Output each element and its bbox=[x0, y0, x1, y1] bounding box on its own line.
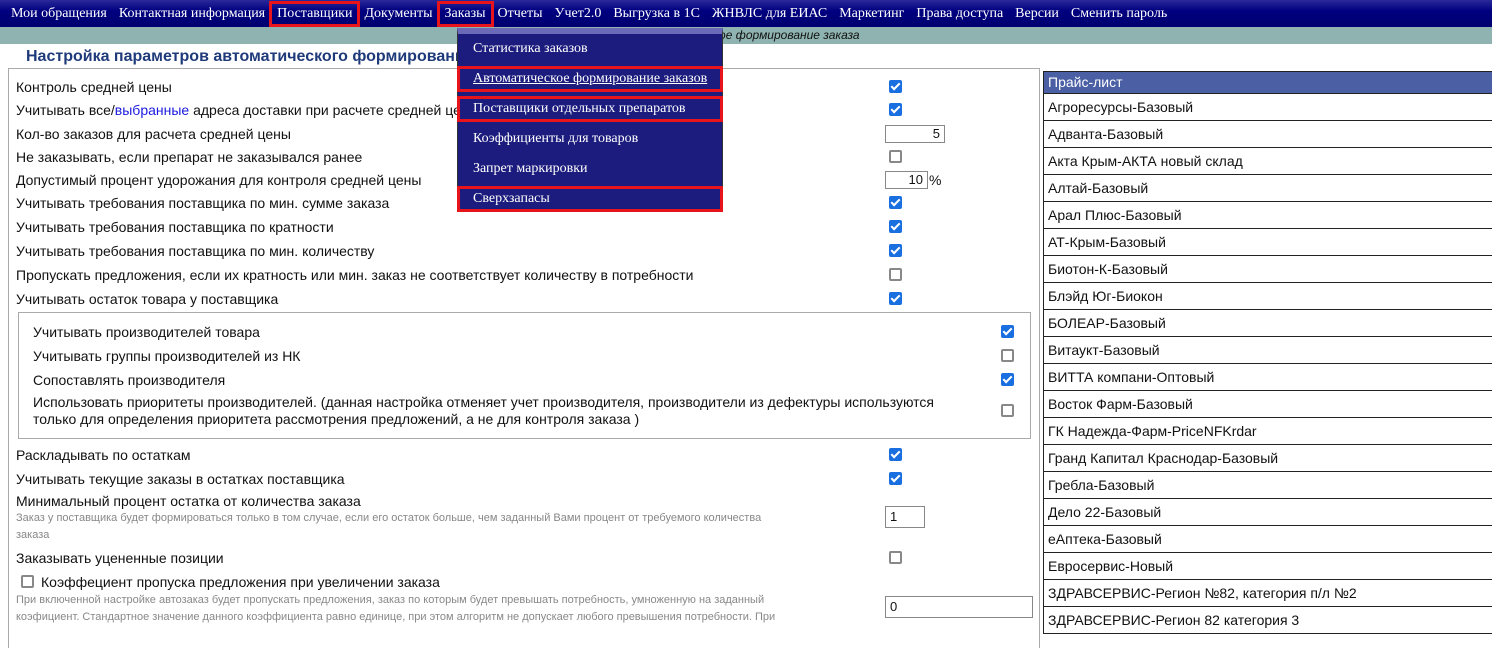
top-nav: Мои обращения Контактная информация Пост… bbox=[0, 0, 1492, 27]
label-mfr-prio-1: Использовать приоритеты производителей. … bbox=[33, 394, 934, 410]
menu-marking-ban[interactable]: Запрет маркировки bbox=[460, 159, 720, 179]
price-list-row[interactable]: Гранд Капитал Краснодар-Базовый bbox=[1044, 444, 1492, 471]
price-list-row[interactable]: Биотон-К-Базовый bbox=[1044, 255, 1492, 282]
checkbox-cur-orders[interactable] bbox=[889, 472, 902, 485]
selected-link[interactable]: выбранные bbox=[115, 102, 189, 118]
menu-order-stats[interactable]: Статистика заказов bbox=[460, 39, 720, 59]
label-stock: Учитывать остаток товара у поставщика bbox=[16, 291, 279, 307]
label-spread: Раскладывать по остаткам bbox=[16, 447, 191, 463]
checkbox-stock[interactable] bbox=[889, 292, 902, 305]
label-addresses: Учитывать все/выбранные адреса доставки … bbox=[16, 102, 479, 118]
label-mfr: Учитывать производителей товара bbox=[33, 324, 260, 340]
label-mfr-match: Сопоставлять производителя bbox=[33, 372, 226, 388]
price-list-row[interactable]: Акта Крым-АКТА новый склад bbox=[1044, 147, 1492, 174]
label-min-sum: Учитывать требования поставщика по мин. … bbox=[16, 195, 390, 211]
nav-versions[interactable]: Версии bbox=[1009, 3, 1065, 25]
price-list-row[interactable]: Агроресурсы-Базовый bbox=[1044, 93, 1492, 120]
checkbox-avg-price[interactable] bbox=[889, 80, 902, 93]
checkbox-mfr-prio[interactable] bbox=[1001, 404, 1014, 417]
nav-suppliers[interactable]: Поставщики bbox=[269, 0, 361, 27]
checkbox-multiplicity[interactable] bbox=[889, 220, 902, 233]
price-list-row[interactable]: АТ-Крым-Базовый bbox=[1044, 228, 1492, 255]
nav-uchet[interactable]: Учет2.0 bbox=[549, 3, 608, 25]
checkbox-min-qty[interactable] bbox=[889, 244, 902, 257]
price-list-row[interactable]: Адванта-Базовый bbox=[1044, 120, 1492, 147]
manufacturer-settings-group: Учитывать производителей товара Учитыват… bbox=[18, 312, 1031, 439]
nav-documents[interactable]: Документы bbox=[358, 3, 438, 25]
label-min-rest: Минимальный процент остатка от количеств… bbox=[16, 493, 361, 509]
hint-min-rest-1: Заказ у поставщика будет формироваться т… bbox=[16, 512, 762, 524]
label-not-ordered: Не заказывать, если препарат не заказыва… bbox=[16, 149, 363, 165]
price-list-row[interactable]: Гребла-Базовый bbox=[1044, 471, 1492, 498]
price-list-row[interactable]: Арал Плюс-Базовый bbox=[1044, 201, 1492, 228]
price-list-row[interactable]: Дело 22-Базовый bbox=[1044, 498, 1492, 525]
nav-access[interactable]: Права доступа bbox=[910, 3, 1009, 25]
menu-overstock[interactable]: Сверхзапасы bbox=[457, 186, 723, 212]
orders-dropdown-menu: Статистика заказов Автоматическое формир… bbox=[457, 28, 723, 212]
checkbox-mfr[interactable] bbox=[1001, 325, 1014, 338]
price-list-row[interactable]: Восток Фарм-Базовый bbox=[1044, 390, 1492, 417]
checkbox-discounted[interactable] bbox=[889, 551, 902, 564]
nav-zhnvls[interactable]: ЖНВЛС для ЕИАС bbox=[706, 3, 833, 25]
pct-input[interactable]: 10 bbox=[885, 171, 928, 189]
nav-export-1c[interactable]: Выгрузка в 1С bbox=[607, 3, 706, 25]
checkbox-skip[interactable] bbox=[889, 268, 902, 281]
hint-min-rest-2: заказа bbox=[16, 529, 50, 541]
hint-coef-2: коэфициент. Стандартное значение данного… bbox=[16, 611, 776, 623]
label: Автоматическое формирование заказов bbox=[473, 71, 708, 86]
price-list-row[interactable]: Алтай-Базовый bbox=[1044, 174, 1492, 201]
label-discounted: Заказывать уцененные позиции bbox=[16, 550, 224, 566]
label: Статистика заказов bbox=[473, 41, 588, 56]
label-coef: Коэффециент пропуска предложения при уве… bbox=[41, 574, 440, 590]
label-min-qty: Учитывать требования поставщика по мин. … bbox=[16, 243, 375, 259]
nav-contacts[interactable]: Контактная информация bbox=[113, 3, 271, 25]
text: Учитывать все/ bbox=[16, 102, 115, 118]
pct-unit: % bbox=[929, 172, 942, 188]
menu-auto-order[interactable]: Автоматическое формирование заказов bbox=[457, 66, 723, 92]
label-mfr-prio-2: только для определения приоритета рассмо… bbox=[33, 411, 640, 427]
label-avg-price: Контроль средней цены bbox=[16, 79, 172, 95]
price-list-row[interactable]: ВИТТА компани-Оптовый bbox=[1044, 363, 1492, 390]
order-count-input[interactable]: 5 bbox=[885, 125, 945, 143]
label-order-count: Кол-во заказов для расчета средней цены bbox=[16, 126, 291, 142]
label-mfr-groups: Учитывать группы производителей из НК bbox=[33, 348, 301, 364]
label-skip: Пропускать предложения, если их кратност… bbox=[16, 267, 694, 283]
checkbox-coef[interactable] bbox=[21, 575, 34, 588]
label-multiplicity: Учитывать требования поставщика по кратн… bbox=[16, 219, 334, 235]
price-list-header: Прайс-лист bbox=[1044, 72, 1492, 93]
price-list-row[interactable]: еАптека-Базовый bbox=[1044, 525, 1492, 552]
hint-coef-1: При включенной настройке автозаказ будет… bbox=[16, 594, 765, 606]
menu-coefficients[interactable]: Коэффициенты для товаров bbox=[460, 129, 720, 149]
nav-reports[interactable]: Отчеты bbox=[492, 3, 549, 25]
label: Сверхзапасы bbox=[473, 191, 550, 206]
price-list-row[interactable]: ЗДРАВСЕРВИС-Регион 82 категория 3 bbox=[1044, 606, 1492, 633]
nav-orders[interactable]: Заказы bbox=[436, 0, 494, 27]
nav-my-requests[interactable]: Мои обращения bbox=[5, 3, 113, 25]
label-pct: Допустимый процент удорожания для контро… bbox=[16, 172, 422, 188]
price-list-row[interactable]: Витаукт-Базовый bbox=[1044, 336, 1492, 363]
label-cur-orders: Учитывать текущие заказы в остатках пост… bbox=[16, 471, 345, 487]
min-rest-input[interactable]: 1 bbox=[885, 506, 925, 528]
checkbox-min-sum[interactable] bbox=[889, 196, 902, 209]
nav-change-password[interactable]: Сменить пароль bbox=[1065, 3, 1173, 25]
checkbox-spread[interactable] bbox=[889, 448, 902, 461]
subtitle-bar: Автоматическое формирование заказа bbox=[0, 27, 1492, 44]
price-list-row[interactable]: ЗДРАВСЕРВИС-Регион №82, категория п/л №2 bbox=[1044, 579, 1492, 606]
price-list-table: Прайс-лист Агроресурсы-Базовый Адванта-Ба… bbox=[1043, 71, 1492, 634]
nav-marketing[interactable]: Маркетинг bbox=[833, 3, 910, 25]
label: Запрет маркировки bbox=[473, 161, 588, 176]
coef-input[interactable]: 0 bbox=[885, 596, 1033, 618]
label: Поставщики отдельных препаратов bbox=[473, 101, 686, 116]
price-list-row[interactable]: Блэйд Юг-Биокон bbox=[1044, 282, 1492, 309]
menu-drug-suppliers[interactable]: Поставщики отдельных препаратов bbox=[457, 96, 723, 122]
price-list-row[interactable]: Евросервис-Новый bbox=[1044, 552, 1492, 579]
price-list-row[interactable]: БОЛЕАР-Базовый bbox=[1044, 309, 1492, 336]
checkbox-not-ordered[interactable] bbox=[889, 150, 902, 163]
text: адреса доставки при расчете средней цены bbox=[189, 102, 479, 118]
checkbox-addresses[interactable] bbox=[889, 103, 902, 116]
checkbox-mfr-groups[interactable] bbox=[1001, 349, 1014, 362]
checkbox-mfr-match[interactable] bbox=[1001, 373, 1014, 386]
label: Коэффициенты для товаров bbox=[473, 131, 639, 146]
price-list-row[interactable]: ГК Надежда-Фарм-PriceNFKrdar bbox=[1044, 417, 1492, 444]
